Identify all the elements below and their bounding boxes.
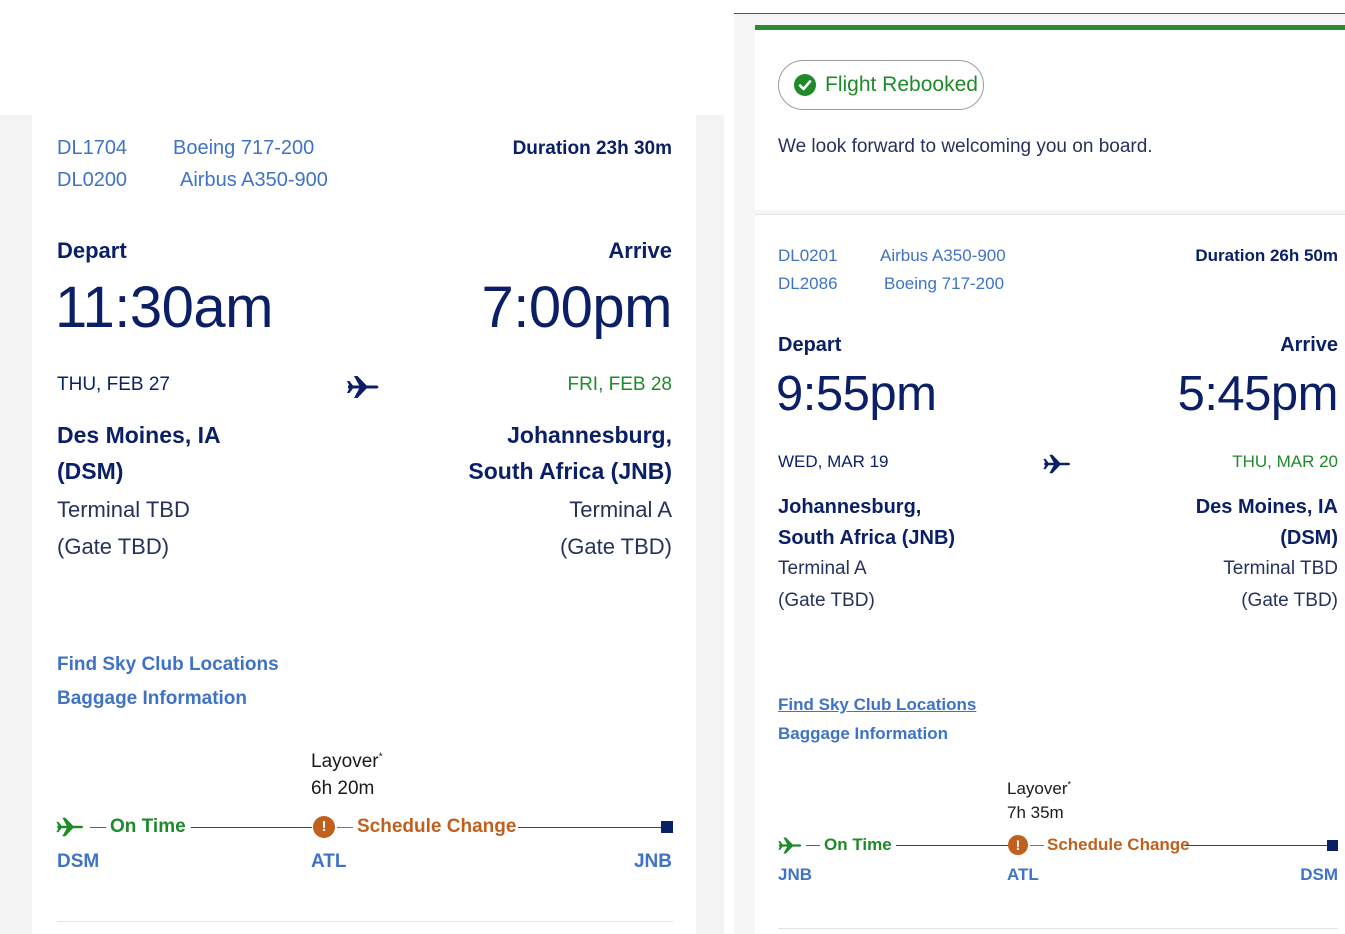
right-flight-number-1[interactable]: DL0201: [778, 246, 838, 266]
right-arrive-label: Arrive: [1280, 334, 1338, 356]
right-divider: [778, 928, 1338, 929]
alert-icon: !: [313, 816, 335, 838]
left-dest-gate: (Gate TBD): [559, 534, 672, 559]
left-layover-asterisk: *: [378, 751, 383, 763]
right-duration: Duration 26h 50m: [1195, 246, 1338, 265]
right-timeline-end-marker: [1327, 840, 1338, 851]
left-dest-city: Johannesburg,: [507, 422, 672, 448]
right-timeline-segment-2: [896, 845, 1008, 846]
right-status-bar: [755, 25, 1345, 30]
plane-icon: [1043, 454, 1071, 474]
right-baggage-link[interactable]: Baggage Information: [778, 724, 948, 744]
right-dest-gate: (Gate TBD): [1241, 590, 1338, 611]
left-timeline-segment-3: [337, 827, 353, 828]
right-dest-city: Des Moines, IA: [1195, 496, 1338, 518]
right-depart-date: WED, MAR 19: [778, 452, 889, 471]
plane-icon: [56, 817, 84, 837]
right-flight-number-2[interactable]: DL2086: [778, 274, 838, 294]
left-code-dest: JNB: [633, 851, 672, 872]
left-flight-number-1[interactable]: DL1704: [57, 137, 127, 160]
check-circle-icon: [794, 74, 816, 96]
left-origin-gate: (Gate TBD): [57, 534, 170, 559]
right-aircraft-2: Boeing 717-200: [884, 274, 1005, 293]
left-code-origin: DSM: [57, 851, 100, 872]
left-depart-time: 11:30am: [55, 275, 273, 340]
right-code-dest: DSM: [1300, 865, 1338, 884]
flight-rebooked-badge: Flight Rebooked: [778, 60, 984, 110]
right-timeline-segment-4: [1185, 845, 1328, 846]
left-layover-label: Layover*: [311, 750, 383, 775]
right-depart-label: Depart: [778, 334, 842, 356]
left-depart-date: THU, FEB 27: [57, 374, 170, 395]
right-layover-duration: 7h 35m: [1007, 803, 1064, 822]
right-arrive-date: THU, MAR 20: [1232, 452, 1338, 471]
left-baggage-link[interactable]: Baggage Information: [57, 688, 247, 710]
left-schedule-change-status: Schedule Change: [357, 816, 517, 837]
left-code-stop: ATL: [311, 851, 347, 872]
right-dest-terminal: Terminal TBD: [1223, 558, 1338, 579]
right-layover-text: Layover: [1007, 779, 1068, 798]
left-dest-terminal: Terminal A: [569, 497, 672, 522]
right-timeline-segment-3: [1030, 845, 1044, 846]
right-code-origin: JNB: [778, 865, 813, 884]
right-aircraft-1: Airbus A350-900: [880, 246, 1006, 265]
right-layover-asterisk: *: [1067, 779, 1072, 790]
right-top-line: [734, 13, 1345, 14]
left-timeline-segment-1: [90, 827, 106, 828]
right-message-card: [755, 30, 1345, 210]
right-origin-gate: (Gate TBD): [778, 590, 875, 611]
right-depart-time: 9:55pm: [776, 367, 937, 421]
right-on-time-status: On Time: [824, 835, 892, 854]
alert-icon: !: [1008, 835, 1028, 855]
right-dest-code: (DSM): [1280, 527, 1338, 549]
left-aircraft-1: Boeing 717-200: [173, 137, 315, 159]
welcome-message: We look forward to welcoming you on boar…: [778, 136, 1153, 157]
status-badge-text: Flight Rebooked: [825, 73, 978, 96]
left-arrive-label: Arrive: [608, 238, 672, 263]
right-code-stop: ATL: [1007, 865, 1039, 884]
right-layover-label: Layover*: [1007, 778, 1071, 800]
left-timeline-segment-2: [191, 827, 312, 828]
left-dest-country-code: South Africa (JNB): [468, 458, 672, 484]
left-origin-city: Des Moines, IA: [57, 422, 221, 448]
left-aircraft-2: Airbus A350-900: [180, 169, 328, 191]
right-origin-city: Johannesburg,: [778, 496, 922, 518]
left-divider: [57, 921, 673, 922]
plane-icon: [347, 376, 379, 398]
left-flight-number-2[interactable]: DL0200: [57, 169, 127, 192]
left-origin-code: (DSM): [57, 458, 124, 484]
left-duration: Duration 23h 30m: [512, 138, 672, 159]
right-origin-country-code: South Africa (JNB): [778, 527, 956, 549]
left-arrive-date: FRI, FEB 28: [567, 374, 672, 395]
right-arrive-time: 5:45pm: [1177, 367, 1339, 421]
left-arrive-time: 7:00pm: [481, 275, 673, 340]
plane-icon: [778, 837, 802, 854]
right-origin-terminal: Terminal A: [778, 558, 867, 579]
left-sky-club-link[interactable]: Find Sky Club Locations: [57, 654, 279, 676]
left-origin-terminal: Terminal TBD: [57, 497, 190, 522]
right-schedule-change-status: Schedule Change: [1047, 835, 1190, 854]
left-depart-label: Depart: [57, 238, 127, 263]
left-layover-text: Layover: [311, 751, 379, 772]
left-timeline-segment-4: [518, 827, 661, 828]
left-timeline-end-marker: [661, 821, 673, 833]
left-layover-duration: 6h 20m: [311, 778, 375, 799]
right-timeline-segment-1: [806, 845, 820, 846]
left-on-time-status: On Time: [110, 816, 186, 837]
right-sky-club-link[interactable]: Find Sky Club Locations: [778, 695, 976, 715]
